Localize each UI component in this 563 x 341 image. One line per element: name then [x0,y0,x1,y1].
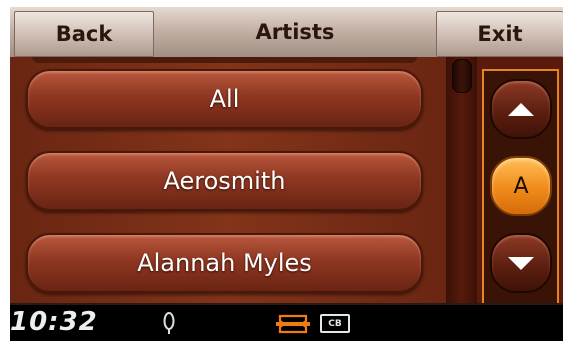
exit-button[interactable]: Exit [436,11,563,57]
top-bar: Back Artists Exit [10,7,563,57]
previous-list-item-edge [32,57,417,63]
list-item-all[interactable]: All [26,69,423,129]
arrow-up-icon [508,102,534,116]
scroll-up-button[interactable] [490,79,552,139]
brand-logo-icon [276,314,310,334]
scroll-down-button[interactable] [490,233,552,293]
current-letter-button[interactable]: A [490,156,552,216]
artist-list: All Aerosmith Alannah Myles [10,57,446,303]
list-item-aerosmith[interactable]: Aerosmith [26,151,423,211]
microphone-icon [163,312,175,334]
infotainment-screen: Back Artists Exit All Aerosmith Alannah … [10,7,563,341]
clock-time: 10:32 [10,307,98,337]
back-button[interactable]: Back [14,11,154,57]
status-bar: 10:32 CB [10,303,563,341]
cb-radio-indicator: CB [320,314,350,333]
alphabet-navigator: A [482,69,559,306]
page-title: Artists [255,20,335,44]
scrollbar-thumb[interactable] [452,59,472,93]
list-item-alannah-myles[interactable]: Alannah Myles [26,233,423,293]
arrow-down-icon [508,256,534,270]
list-scrollbar[interactable] [446,57,477,303]
